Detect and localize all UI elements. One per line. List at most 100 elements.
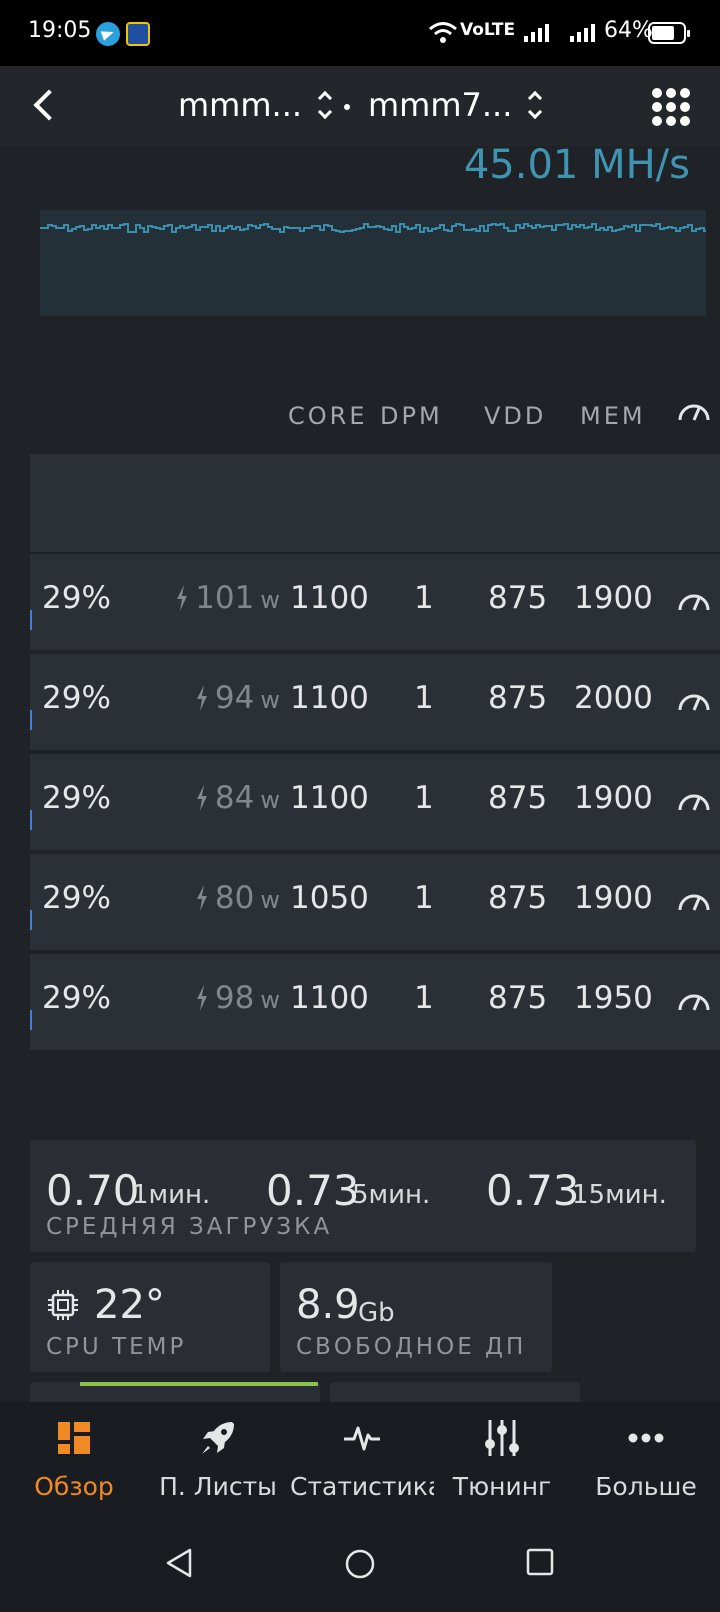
table-row[interactable]: 29% 80 w 1050 1 875 1900 [30, 852, 720, 950]
nav-flight-sheets[interactable]: П. Листы [146, 1402, 290, 1514]
power-unit: w [260, 786, 280, 814]
sliders-icon [485, 1420, 519, 1456]
load-average-caption: СРЕДНЯЯ ЗАГРУЗКА [46, 1214, 333, 1240]
bolt-icon [177, 585, 188, 611]
load-average-card: 0.70 1мин. 0.73 5мин. 0.73 15мин. СРЕДНЯ… [30, 1140, 696, 1252]
dpm-level: 1 [414, 880, 434, 916]
nav-flight-sheets-label: П. Листы [159, 1472, 277, 1501]
back-button[interactable] [30, 86, 70, 126]
overview-icon [58, 1422, 90, 1454]
load-5min-value: 0.73 [266, 1166, 360, 1215]
gpu-table-summary-row [30, 454, 720, 552]
table-row[interactable]: 29% 84 w 1100 1 875 1900 [30, 752, 720, 850]
apps-grid-button[interactable] [652, 88, 690, 126]
worker-selector-label: mmm7... [368, 86, 513, 124]
free-disk-unit: Gb [358, 1298, 395, 1328]
nav-more[interactable]: Больше [574, 1402, 718, 1514]
table-row[interactable]: 29% 98 w 1100 1 875 1950 [30, 952, 720, 1050]
free-disk-caption: СВОБОДНОЕ ДП [296, 1334, 527, 1360]
status-bar: 19:05 VoLTE 64% [0, 0, 720, 66]
cpu-temp-caption: CPU TEMP [46, 1334, 187, 1360]
overclock-gauge-icon[interactable] [676, 984, 712, 1014]
fan-speed: 29% [42, 580, 111, 616]
pulse-icon [344, 1426, 380, 1451]
load-15min-value: 0.73 [486, 1166, 580, 1215]
table-row[interactable]: 29% 94 w 1100 1 875 2000 [30, 652, 720, 750]
core-clock: 1100 [290, 680, 369, 716]
power-draw: 94 w [195, 680, 280, 716]
mem-clock: 1900 [574, 580, 653, 616]
load-5min-label: 5мин. [352, 1180, 431, 1210]
wifi-icon [429, 22, 457, 43]
dpm-level: 1 [414, 580, 434, 616]
bolt-icon [196, 685, 207, 711]
cpu-chip-icon [48, 1290, 78, 1320]
nav-tuning-label: Тюнинг [452, 1472, 552, 1501]
overclock-gauge-icon[interactable] [676, 784, 712, 814]
worker-selector[interactable]: mmm7... [368, 86, 543, 124]
nav-overview-label: Обзор [34, 1472, 114, 1501]
telegram-icon [96, 22, 120, 46]
rig-selector[interactable]: mmm... [178, 86, 333, 124]
power-unit: w [260, 986, 280, 1014]
back-nav-icon[interactable] [164, 1548, 194, 1578]
recents-nav-icon[interactable] [526, 1548, 554, 1576]
power-value: 84 [214, 780, 255, 816]
load-1min-value: 0.70 [46, 1166, 140, 1215]
home-nav-icon[interactable] [344, 1548, 376, 1580]
column-dpm: DPM [380, 402, 443, 430]
bolt-icon [196, 885, 207, 911]
cpu-temp-value: 22° [94, 1282, 165, 1328]
battery-icon [648, 22, 690, 44]
vdd-value: 875 [488, 880, 548, 916]
power-draw: 101 w [175, 580, 280, 616]
status-time: 19:05 [28, 18, 92, 43]
mem-clock: 1950 [574, 980, 653, 1016]
nav-tuning[interactable]: Тюнинг [430, 1402, 574, 1514]
core-clock: 1100 [290, 780, 369, 816]
chevron-updown-icon [317, 90, 333, 120]
power-draw: 84 w [195, 780, 280, 816]
vdd-value: 875 [488, 980, 548, 1016]
core-clock: 1100 [290, 980, 369, 1016]
bottom-navigation: Обзор П. Листы Статистика Тюнинг Больше [0, 1402, 720, 1514]
mem-clock: 2000 [574, 680, 653, 716]
hashrate-sparkline [40, 210, 706, 316]
fan-speed: 29% [42, 880, 111, 916]
power-unit: w [260, 686, 280, 714]
table-row[interactable]: 29% 101 w 1100 1 875 1900 [30, 552, 720, 650]
more-icon [628, 1433, 664, 1443]
nav-statistics[interactable]: Статистика [290, 1402, 434, 1514]
system-navigation-bar [0, 1514, 720, 1612]
bolt-icon [196, 785, 207, 811]
column-vdd: VDD [484, 402, 547, 430]
overclock-gauge-icon [678, 404, 710, 421]
mem-clock: 1900 [574, 880, 653, 916]
vdd-value: 875 [488, 680, 548, 716]
nav-overview[interactable]: Обзор [2, 1402, 146, 1514]
power-value: 94 [214, 680, 255, 716]
overclock-gauge-icon[interactable] [676, 584, 712, 614]
overclock-gauge-icon[interactable] [676, 884, 712, 914]
next-card [30, 1382, 320, 1402]
separator-dot [344, 104, 350, 110]
fan-speed: 29% [42, 680, 111, 716]
next-card [330, 1382, 580, 1402]
dpm-level: 1 [414, 680, 434, 716]
rocket-icon [202, 1422, 234, 1454]
dpm-level: 1 [414, 780, 434, 816]
battery-percent: 64% [604, 18, 653, 43]
bolt-icon [196, 985, 207, 1011]
fan-speed: 29% [42, 980, 111, 1016]
volte-indicator: VoLTE [460, 20, 516, 40]
power-unit: w [260, 886, 280, 914]
status-progress-bar [80, 1382, 318, 1386]
mem-clock: 1900 [574, 780, 653, 816]
fan-speed: 29% [42, 780, 111, 816]
top-app-bar: mmm... mmm7... [0, 66, 720, 146]
cpu-temp-card: 22° CPU TEMP [30, 1262, 270, 1372]
column-core: CORE [288, 402, 368, 430]
overclock-gauge-icon[interactable] [676, 684, 712, 714]
vdd-value: 875 [488, 580, 548, 616]
nav-statistics-label: Статистика [290, 1472, 434, 1501]
